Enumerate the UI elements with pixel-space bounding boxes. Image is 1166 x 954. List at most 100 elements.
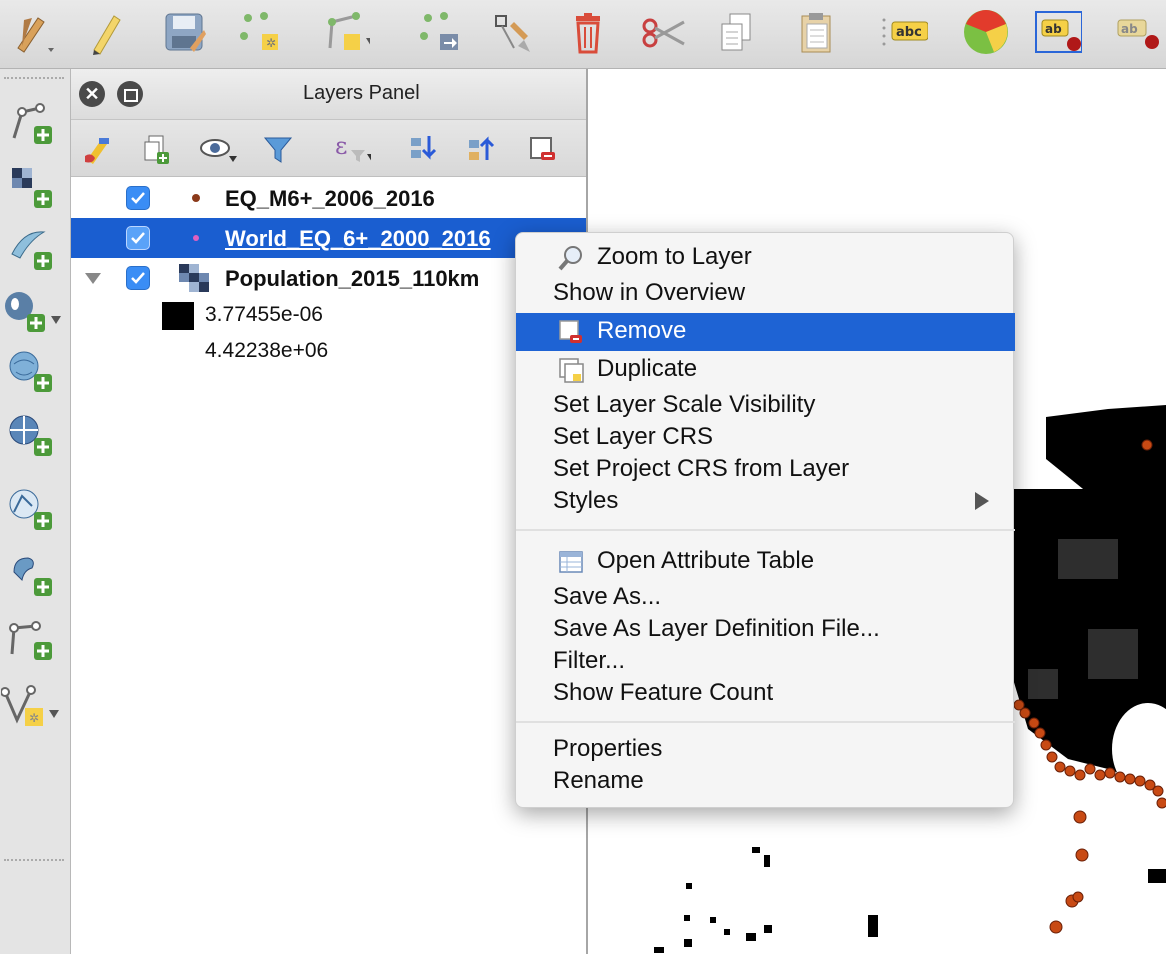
menu-item-set-project-crs[interactable]: Set Project CRS from Layer bbox=[516, 453, 1015, 485]
label-abc-icon[interactable]: abc bbox=[880, 8, 928, 56]
menu-item-zoom-to-layer[interactable]: Zoom to Layer bbox=[516, 241, 1015, 273]
layer-tree: EQ_M6+_2006_2016 World_EQ_6+_2000_2016 P… bbox=[71, 177, 586, 954]
add-point-icon[interactable]: ✲ bbox=[236, 8, 284, 56]
add-raster-layer-icon[interactable] bbox=[0, 157, 66, 217]
pencil-dropdown-icon[interactable] bbox=[8, 8, 56, 56]
layer-name: EQ_M6+_2006_2016 bbox=[225, 186, 435, 211]
legend-min-value: 3.77455e-06 bbox=[205, 303, 323, 326]
submenu-arrow-icon bbox=[975, 492, 989, 510]
add-line-icon[interactable] bbox=[322, 8, 370, 56]
menu-separator bbox=[516, 721, 1015, 723]
raster-symbol-icon bbox=[179, 264, 209, 292]
layer-visibility-checkbox[interactable] bbox=[126, 186, 150, 210]
move-feature-icon[interactable] bbox=[414, 8, 462, 56]
delete-icon[interactable] bbox=[564, 8, 612, 56]
toolbar-grip[interactable] bbox=[4, 77, 64, 83]
layer-visibility-checkbox[interactable] bbox=[126, 266, 150, 290]
menu-item-label: Zoom to Layer bbox=[597, 243, 752, 270]
filter-expression-icon[interactable]: ε bbox=[333, 130, 371, 168]
menu-item-filter[interactable]: Filter... bbox=[516, 645, 1015, 677]
menu-item-rename[interactable]: Rename bbox=[516, 765, 1015, 797]
paste-icon[interactable] bbox=[792, 8, 840, 56]
add-wcs-layer-icon[interactable] bbox=[0, 405, 66, 465]
menu-item-save-as-layer-definition[interactable]: Save As Layer Definition File... bbox=[516, 613, 1015, 645]
point-symbol-icon bbox=[193, 235, 199, 241]
menu-item-show-in-overview[interactable]: Show in Overview bbox=[516, 277, 1015, 309]
svg-text:ab: ab bbox=[1045, 22, 1062, 36]
collapse-arrow-icon[interactable] bbox=[85, 273, 101, 284]
layer-name: Population_2015_110km bbox=[225, 266, 480, 291]
attribute-table-icon bbox=[559, 551, 583, 573]
menu-item-label: Open Attribute Table bbox=[597, 547, 815, 574]
toolbar-grip-bottom[interactable] bbox=[4, 859, 64, 865]
menu-item-label: Styles bbox=[553, 487, 619, 514]
node-tool-icon[interactable] bbox=[488, 8, 536, 56]
style-manager-icon[interactable] bbox=[79, 130, 117, 168]
collapse-all-icon[interactable] bbox=[463, 130, 501, 168]
menu-item-properties[interactable]: Properties bbox=[516, 733, 1015, 765]
pin-label-icon[interactable]: ab bbox=[1034, 8, 1082, 56]
close-panel-icon[interactable]: ✕ bbox=[79, 81, 105, 107]
panel-title-bar: ✕ Layers Panel bbox=[71, 69, 586, 120]
main-toolbar: ✲ abc ab ab bbox=[0, 0, 1166, 69]
menu-item-duplicate[interactable]: Duplicate bbox=[516, 353, 1015, 385]
menu-item-label: Properties bbox=[553, 735, 663, 762]
legend-swatch-black bbox=[162, 302, 194, 330]
layer-row[interactable]: EQ_M6+_2006_2016 bbox=[71, 178, 586, 218]
expand-all-icon[interactable] bbox=[405, 130, 443, 168]
menu-item-styles[interactable]: Styles bbox=[516, 485, 1015, 517]
menu-item-label: Set Layer Scale Visibility bbox=[553, 391, 816, 418]
copy-icon[interactable] bbox=[712, 8, 760, 56]
menu-item-label: Save As... bbox=[553, 583, 662, 610]
menu-item-set-layer-crs[interactable]: Set Layer CRS bbox=[516, 421, 1015, 453]
pie-diagram-icon[interactable] bbox=[960, 8, 1008, 56]
menu-item-show-feature-count[interactable]: Show Feature Count bbox=[516, 677, 1015, 709]
svg-text:✲: ✲ bbox=[266, 36, 276, 50]
save-edits-icon[interactable] bbox=[160, 8, 208, 56]
layer-row[interactable]: Population_2015_110km bbox=[71, 258, 586, 298]
menu-item-label: Rename bbox=[553, 767, 644, 794]
menu-item-set-layer-scale-visibility[interactable]: Set Layer Scale Visibility bbox=[516, 389, 1015, 421]
menu-item-label: Show Feature Count bbox=[553, 679, 774, 706]
add-mssql-icon[interactable] bbox=[0, 609, 66, 669]
menu-separator bbox=[516, 529, 1015, 531]
svg-text:ε: ε bbox=[335, 132, 347, 160]
panel-title: Layers Panel bbox=[303, 82, 420, 104]
remove-layer-icon bbox=[559, 320, 582, 343]
add-group-icon[interactable] bbox=[137, 130, 175, 168]
add-wfs-layer-icon[interactable] bbox=[0, 479, 66, 539]
float-panel-icon[interactable] bbox=[117, 81, 143, 107]
layers-toolbar: ✲ bbox=[0, 69, 71, 954]
layer-context-menu: Zoom to Layer Show in Overview Remove Du… bbox=[515, 232, 1015, 808]
menu-item-label: Filter... bbox=[553, 647, 626, 674]
edit-pencil-icon[interactable] bbox=[82, 8, 130, 56]
panel-toolbar: ε bbox=[71, 120, 586, 177]
remove-layer-icon[interactable] bbox=[523, 130, 561, 168]
add-wms-layer-icon[interactable] bbox=[0, 341, 66, 401]
filter-legend-icon[interactable] bbox=[259, 130, 297, 168]
new-layer-icon[interactable]: ✲ bbox=[0, 675, 66, 735]
layer-visibility-checkbox[interactable] bbox=[126, 226, 150, 250]
layer-row-selected[interactable]: World_EQ_6+_2000_2016 bbox=[71, 218, 586, 258]
svg-text:abc: abc bbox=[896, 25, 922, 40]
add-spatialite-icon[interactable] bbox=[0, 545, 66, 605]
menu-item-save-as[interactable]: Save As... bbox=[516, 581, 1015, 613]
menu-item-label: Duplicate bbox=[597, 355, 698, 382]
cut-icon[interactable] bbox=[640, 8, 688, 56]
legend-max-value: 4.42238e+06 bbox=[205, 339, 329, 362]
point-symbol-icon bbox=[192, 194, 200, 202]
menu-item-label: Save As Layer Definition File... bbox=[553, 615, 880, 642]
menu-item-open-attribute-table[interactable]: Open Attribute Table bbox=[516, 545, 1015, 577]
layer-name: World_EQ_6+_2000_2016 bbox=[225, 226, 491, 251]
zoom-icon bbox=[558, 246, 582, 271]
add-postgis-layer-icon[interactable] bbox=[0, 281, 66, 341]
add-vector-layer-icon[interactable] bbox=[0, 93, 66, 153]
duplicate-icon bbox=[559, 358, 584, 383]
visibility-eye-icon[interactable] bbox=[199, 130, 237, 168]
add-delimited-text-icon[interactable] bbox=[0, 219, 66, 279]
menu-item-remove[interactable]: Remove bbox=[516, 313, 1015, 351]
svg-text:ab: ab bbox=[1121, 22, 1138, 36]
menu-item-label: Show in Overview bbox=[553, 279, 746, 306]
move-label-icon[interactable]: ab bbox=[1112, 8, 1160, 56]
menu-item-label: Remove bbox=[597, 317, 687, 344]
